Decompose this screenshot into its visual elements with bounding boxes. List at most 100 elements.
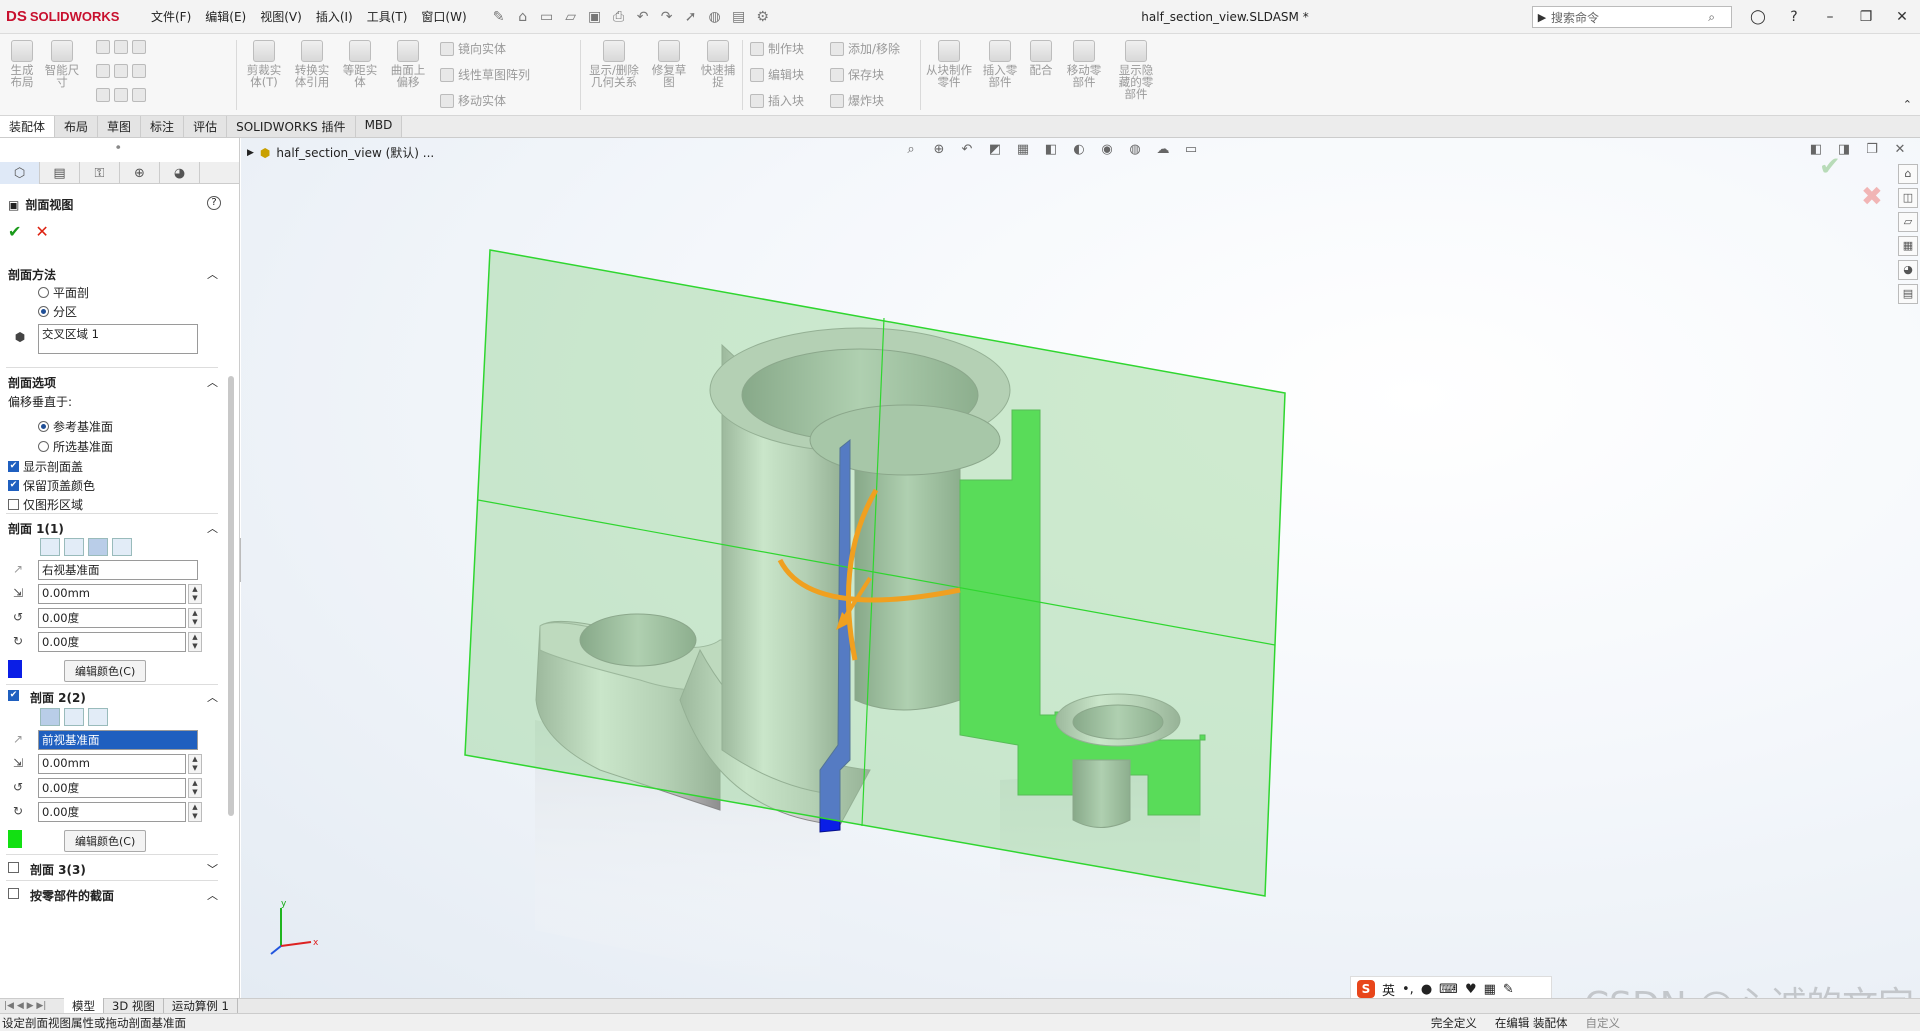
panel-grip-icon[interactable]: ⦁ xyxy=(116,142,121,152)
rectangle-tool[interactable] xyxy=(96,64,146,78)
status-units[interactable]: 自定义 xyxy=(1586,1015,1621,1031)
offset-entities-button[interactable]: 等距实体 xyxy=(340,40,380,88)
make-block-button[interactable]: 制作块 xyxy=(750,40,804,57)
section2-top-plane-button[interactable] xyxy=(64,708,84,726)
chevron-up-icon[interactable]: ︿ xyxy=(207,887,218,903)
move-component-button[interactable]: 移动零部件 xyxy=(1062,40,1106,88)
close-button[interactable]: ✕ xyxy=(1884,9,1920,25)
section1-angle-y-field[interactable]: 0.00度 xyxy=(38,632,186,652)
account-icon[interactable]: ◯ xyxy=(1740,9,1776,25)
quick-snaps-button[interactable]: 快速捕捉 xyxy=(700,40,736,88)
configuration-manager-tab[interactable]: ⚿ xyxy=(80,162,120,184)
checkbox-section3[interactable] xyxy=(8,862,19,873)
tab-layout[interactable]: 布局 xyxy=(55,116,99,137)
panel-scrollbar[interactable] xyxy=(228,376,234,816)
tab-model[interactable]: 模型 xyxy=(64,998,104,1014)
checkbox-keep-cap-color[interactable]: ✔ 保留顶盖颜色 xyxy=(8,477,95,494)
search-input[interactable]: 搜索命令 xyxy=(1551,9,1599,26)
move-entities-button[interactable]: 移动实体 xyxy=(440,92,506,109)
checkbox-show-caps[interactable]: ✔ 显示剖面盖 xyxy=(8,458,83,475)
keyboard-icon[interactable]: ⌨ xyxy=(1439,982,1458,997)
section-options-header[interactable]: 剖面选项 ︿ xyxy=(8,374,218,391)
help-icon[interactable]: ? xyxy=(207,196,221,210)
help-icon[interactable]: ? xyxy=(1776,9,1812,25)
tab-evaluate[interactable]: 评估 xyxy=(184,116,228,137)
section2-edit-color-button[interactable]: 编辑颜色(C) xyxy=(64,830,147,852)
chevron-up-icon[interactable]: ︿ xyxy=(207,374,218,390)
save-icon[interactable]: ▣ xyxy=(584,6,606,28)
section2-front-plane-button[interactable] xyxy=(40,708,60,726)
section2-angle-x-field[interactable]: 0.00度 xyxy=(38,778,186,798)
open-folder-icon[interactable]: ▱ xyxy=(560,6,582,28)
trim-entities-button[interactable]: 剪裁实体(T) xyxy=(244,40,284,88)
insert-components-button[interactable]: 插入零部件 xyxy=(978,40,1022,88)
search-box[interactable]: ▶ 搜索命令 ⌕ xyxy=(1532,6,1732,28)
section1-edit-color-button[interactable]: 编辑颜色(C) xyxy=(64,660,147,682)
radio-zonal[interactable]: 分区 xyxy=(38,303,77,320)
make-part-from-block-button[interactable]: 从块制作零件 xyxy=(926,40,972,88)
section1-offset-spinner[interactable]: ▲ ▼ xyxy=(188,584,202,604)
linear-pattern-button[interactable]: 线性草图阵列 xyxy=(440,66,530,83)
new-document-icon[interactable]: ▭ xyxy=(536,6,558,28)
show-hidden-components-button[interactable]: 显示隐藏的零部件 xyxy=(1114,40,1158,100)
section1-right-plane-button[interactable] xyxy=(88,538,108,556)
property-manager-tab[interactable]: ▤ xyxy=(40,162,80,184)
section2-angle-y-spinner[interactable]: ▲ ▼ xyxy=(188,802,202,822)
section2-offset-field[interactable]: 0.00mm xyxy=(38,754,186,774)
dimxpert-manager-tab[interactable]: ⊕ xyxy=(120,162,160,184)
section2-angle-x-spinner[interactable]: ▲ ▼ xyxy=(188,778,202,798)
edit-block-button[interactable]: 编辑块 xyxy=(750,66,804,83)
feature-manager-tab[interactable]: ⬡ xyxy=(0,162,40,184)
section1-angle-x-field[interactable]: 0.00度 xyxy=(38,608,186,628)
chevron-up-icon[interactable]: ︿ xyxy=(207,689,218,705)
cancel-x-icon[interactable]: ✕ xyxy=(35,222,48,241)
explode-block-button[interactable]: 爆炸块 xyxy=(830,92,884,109)
section3-header[interactable]: 剖面 3(3) ﹀ xyxy=(30,861,218,878)
smart-dimension-button[interactable]: 智能尺寸 xyxy=(42,40,82,88)
menu-window[interactable]: 窗口(W) xyxy=(414,8,473,25)
punctuation-icon[interactable]: •, xyxy=(1402,982,1414,997)
toolbox-icon[interactable]: ▦ xyxy=(1484,982,1496,997)
chevron-up-icon[interactable]: ︿ xyxy=(207,266,218,282)
home-icon[interactable]: ⌂ xyxy=(512,6,534,28)
repair-sketch-button[interactable]: 修复草图 xyxy=(648,40,690,88)
radio-planar[interactable]: 平面剖 xyxy=(38,284,89,301)
tab-mbd[interactable]: MBD xyxy=(355,116,403,137)
slot-tool[interactable] xyxy=(96,88,146,102)
mirror-entities-button[interactable]: 镜向实体 xyxy=(440,40,506,57)
menu-file[interactable]: 文件(F) xyxy=(144,8,198,25)
checkbox-graphics-only[interactable]: 仅图形区域 xyxy=(8,496,83,513)
line-tool[interactable] xyxy=(96,40,146,54)
tab-3d-views[interactable]: 3D 视图 xyxy=(104,998,164,1014)
ime-language[interactable]: 英 xyxy=(1382,980,1395,999)
select-arrow-icon[interactable]: ➚ xyxy=(680,6,702,28)
file-properties-icon[interactable]: ▤ xyxy=(728,6,750,28)
section2-offset-spinner[interactable]: ▲ ▼ xyxy=(188,754,202,774)
model-render[interactable] xyxy=(241,138,1920,998)
section1-top-plane-button[interactable] xyxy=(64,538,84,556)
skin-icon[interactable]: ♥ xyxy=(1465,982,1477,997)
menu-edit[interactable]: 编辑(E) xyxy=(198,8,253,25)
undo-icon[interactable]: ↶ xyxy=(632,6,654,28)
tab-motion-study[interactable]: 运动算例 1 xyxy=(164,998,238,1014)
menu-view[interactable]: 视图(V) xyxy=(253,8,309,25)
microphone-icon[interactable]: ● xyxy=(1421,982,1432,997)
options-gear-icon[interactable]: ⚙ xyxy=(752,6,774,28)
section1-angle-x-spinner[interactable]: ▲ ▼ xyxy=(188,608,202,628)
minimize-button[interactable]: – xyxy=(1812,9,1848,25)
section1-angle-y-spinner[interactable]: ▲ ▼ xyxy=(188,632,202,652)
checkbox-section2[interactable]: ✔ xyxy=(8,690,19,701)
menu-insert[interactable]: 插入(I) xyxy=(309,8,360,25)
section2-header[interactable]: 剖面 2(2) ︿ xyxy=(30,689,218,706)
section-method-header[interactable]: 剖面方法 ︿ xyxy=(8,266,218,283)
display-relations-button[interactable]: 显示/删除几何关系 xyxy=(586,40,642,88)
graphics-area[interactable]: ▶ ⬢ half_section_view (默认) ... ⌕ ⊕ ↶ ◩ ▦… xyxy=(241,138,1920,998)
by-component-header[interactable]: 按零部件的截面 ︿ xyxy=(30,887,218,904)
checkbox-by-component[interactable] xyxy=(8,888,19,899)
tab-markup[interactable]: 标注 xyxy=(141,116,185,137)
convert-entities-button[interactable]: 转换实体引用 xyxy=(290,40,334,88)
section1-plane-field[interactable]: 右视基准面 xyxy=(38,560,198,580)
chevron-down-icon[interactable]: ﹀ xyxy=(207,861,218,877)
make-layout-button[interactable]: 生成布局 xyxy=(6,40,38,88)
pin-icon[interactable]: ✎ xyxy=(488,6,510,28)
